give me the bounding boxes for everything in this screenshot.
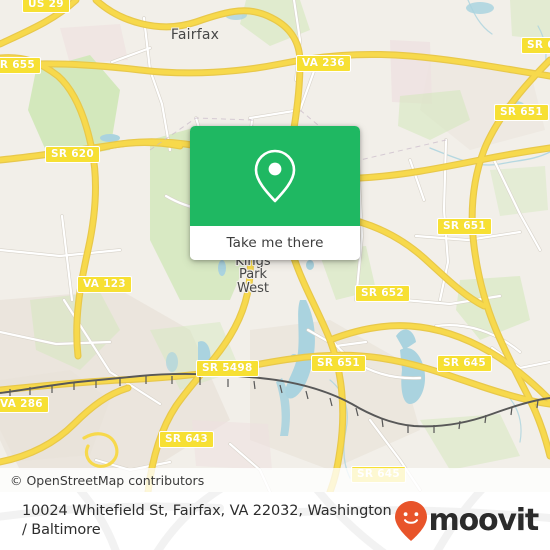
road-shield-sr-651-s: SR 651: [311, 355, 367, 372]
map-canvas[interactable]: .rdM { stroke:#f7d94c; stroke-linecap:ro…: [0, 0, 550, 492]
address-text: 10024 Whitefield St, Fairfax, VA 22032, …: [22, 503, 392, 538]
footer-bar: 10024 Whitefield St, Fairfax, VA 22032, …: [0, 492, 550, 550]
road-shield-sr-651-ne: SR 651: [494, 104, 550, 121]
road-shield-sr-652: SR 652: [355, 285, 411, 302]
road-shield-sr-620: SR 620: [45, 146, 101, 163]
road-shield-va-236: VA 236: [296, 55, 351, 72]
road-shield-sr-655: SR 655: [0, 57, 42, 74]
road-shield-sr-643: SR 643: [159, 431, 215, 448]
moovit-logo: moovit: [394, 500, 540, 542]
road-shield-sr-645-e: SR 645: [437, 355, 493, 372]
destination-card-header: [190, 126, 360, 226]
map-pin-icon: [254, 149, 296, 203]
moovit-smiley-pin-icon: [394, 501, 427, 541]
moovit-map-screenshot: .rdM { stroke:#f7d94c; stroke-linecap:ro…: [0, 0, 550, 550]
destination-card[interactable]: Take me there: [190, 126, 360, 260]
road-shield-sr-653: SR 653: [521, 37, 550, 54]
map-attribution: © OpenStreetMap contributors: [0, 468, 550, 492]
road-shield-sr-651-e: SR 651: [437, 218, 493, 235]
road-shield-va-123: VA 123: [77, 276, 132, 293]
take-me-there-button[interactable]: Take me there: [190, 226, 360, 260]
moovit-wordmark: moovit: [428, 503, 540, 538]
road-shield-sr-5498: SR 5498: [196, 360, 259, 377]
road-shield-us-29: US 29: [22, 0, 70, 13]
attribution-text: © OpenStreetMap contributors: [10, 472, 205, 488]
footer-content: 10024 Whitefield St, Fairfax, VA 22032, …: [0, 492, 550, 550]
road-shield-va-286: VA 286: [0, 396, 49, 413]
